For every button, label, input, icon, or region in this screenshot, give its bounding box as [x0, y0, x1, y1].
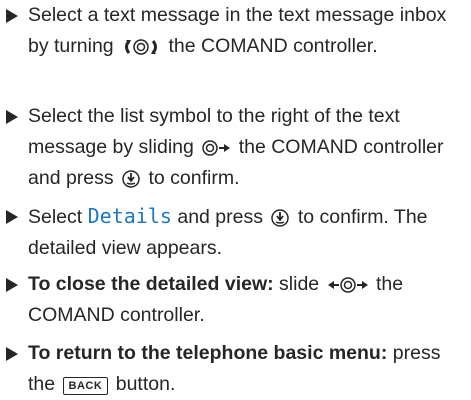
rotate-controller-icon	[125, 39, 158, 55]
step-arrow-icon	[6, 9, 18, 23]
step-text-part: to confirm.	[148, 167, 240, 189]
step-text-part: the COMAND controller.	[168, 35, 378, 57]
step-text: Select the list symbol to the right of t…	[6, 101, 468, 194]
back-button-symbol: BACK	[62, 377, 109, 395]
step-text: Select a text message in the text messag…	[6, 0, 468, 62]
step-arrow-icon	[6, 278, 18, 292]
step-select-list-symbol: Select the list symbol to the right of t…	[6, 101, 468, 194]
press-controller-icon	[271, 209, 290, 227]
step-select-details: Select Details and press to confirm. The…	[6, 201, 468, 264]
step-arrow-icon	[6, 110, 18, 124]
instruction-page: Select a text message in the text messag…	[0, 0, 471, 395]
step-heading: To close the detailed view:	[28, 273, 274, 295]
step-text-part: slide	[279, 273, 320, 295]
step-arrow-icon	[6, 347, 18, 361]
step-heading: To return to the telephone basic menu:	[28, 342, 388, 364]
step-select-message: Select a text message in the text messag…	[6, 0, 468, 62]
step-text-part: and press	[177, 206, 263, 228]
slide-right-icon	[202, 140, 231, 156]
step-close-detailed-view: To close the detailed view: slide the CO…	[6, 269, 468, 331]
step-text-part: button.	[115, 373, 176, 395]
step-text-part: Select	[28, 206, 83, 228]
slide-left-right-icon	[327, 277, 368, 293]
step-text: To return to the telephone basic menu: p…	[6, 338, 468, 400]
step-text: Select Details and press to confirm. The…	[6, 201, 468, 264]
step-arrow-icon	[6, 210, 18, 224]
step-return-basic-menu: To return to the telephone basic menu: p…	[6, 338, 468, 400]
press-controller-icon	[122, 170, 140, 188]
step-text: To close the detailed view: slide the CO…	[6, 269, 468, 331]
details-menu-label: Details	[87, 204, 172, 228]
